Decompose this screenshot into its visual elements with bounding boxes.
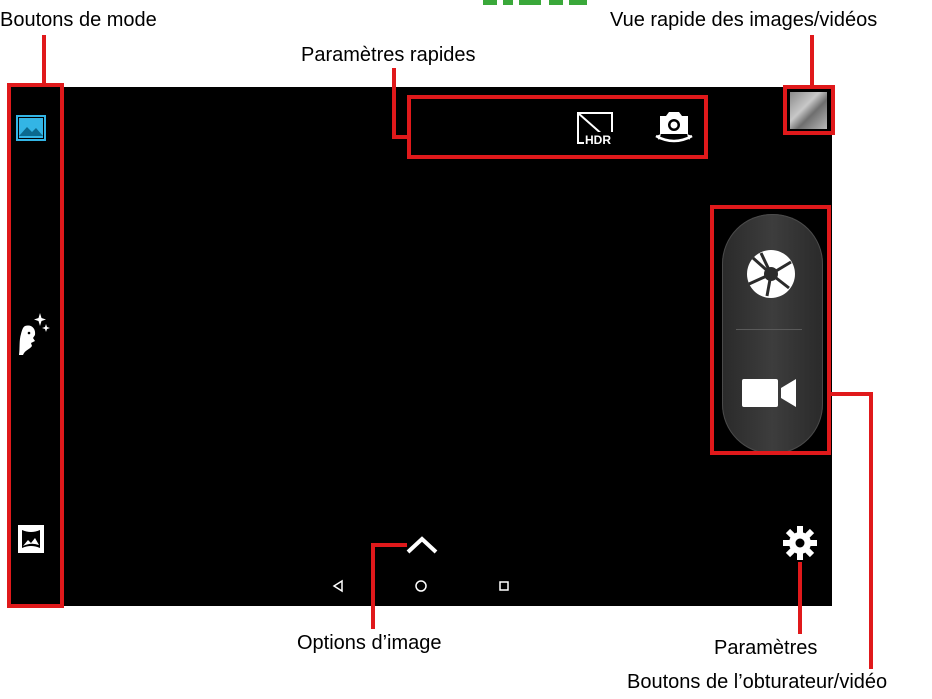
camera-viewfinder[interactable] [10, 87, 832, 606]
leader-image-options-horizontal [371, 543, 407, 547]
home-icon[interactable] [414, 579, 428, 593]
leader-image-options-vertical [371, 543, 375, 629]
highlight-shutter-video [710, 205, 831, 455]
highlight-quick-view [783, 85, 835, 135]
chevron-up-icon[interactable] [405, 535, 439, 555]
leader-quick-settings-vertical [392, 68, 396, 139]
leader-mode-buttons [42, 35, 46, 85]
leader-quick-view [810, 35, 814, 87]
label-quick-view: Vue rapide des images/vidéos [610, 9, 878, 31]
leader-quick-settings-horizontal [392, 135, 409, 139]
leader-settings [798, 562, 802, 634]
settings-gear-icon[interactable] [782, 525, 818, 561]
top-cropped-text-fragment [483, 0, 587, 5]
recents-icon[interactable] [497, 579, 511, 593]
label-mode-buttons: Boutons de mode [0, 9, 157, 31]
back-icon[interactable] [331, 579, 345, 593]
label-quick-settings: Paramètres rapides [301, 44, 476, 66]
label-image-options: Options d’image [297, 632, 442, 654]
leader-shutter-horizontal [829, 392, 873, 396]
highlight-quick-settings [407, 95, 708, 159]
highlight-mode-buttons [7, 83, 64, 608]
label-shutter-video: Boutons de l’obturateur/vidéo [627, 671, 888, 693]
label-settings: Paramètres [714, 637, 818, 659]
leader-shutter-vertical [869, 392, 873, 669]
